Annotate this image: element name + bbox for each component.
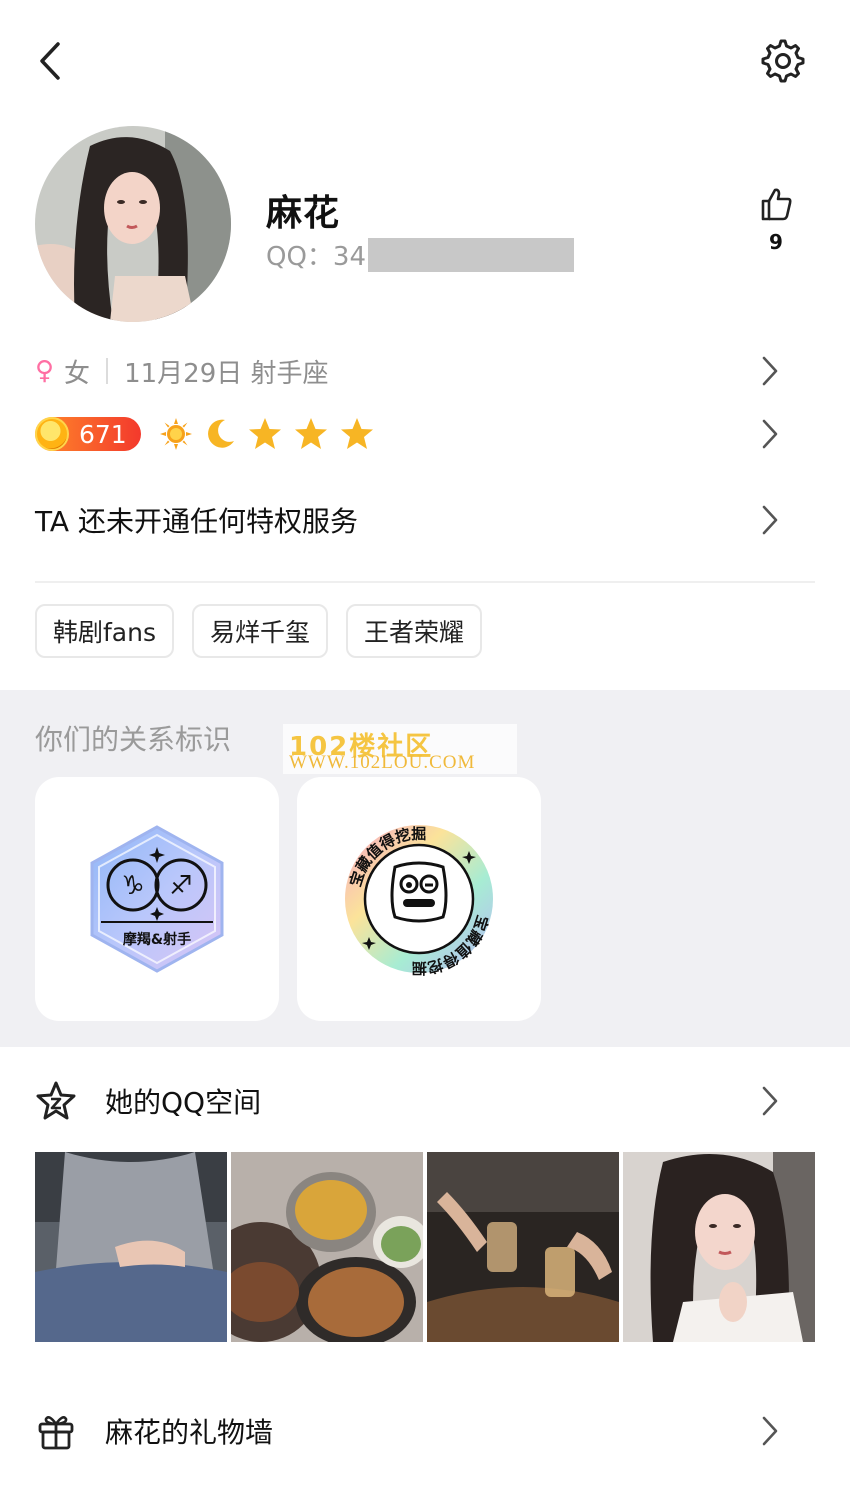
privilege-row[interactable]: TA 还未开通任何特权服务 [35, 498, 815, 542]
gift-wall-title: 麻花的礼物墙 [105, 1416, 274, 1449]
thumbs-up-icon [761, 188, 792, 221]
avatar[interactable] [35, 126, 231, 322]
svg-text:♐: ♐ [169, 871, 192, 901]
space-photo[interactable] [427, 1152, 619, 1342]
space-photo[interactable] [623, 1152, 815, 1342]
tag-item[interactable]: 王者荣耀 [346, 604, 483, 658]
zodiac-badge-label: 摩羯&射手 [122, 932, 192, 948]
relationship-section: 你们的关系标识 102楼社区 WWW.102LOU.COM ♑ ♐ 摩羯&射手 [0, 690, 850, 1047]
like-button[interactable]: 9 [752, 186, 800, 254]
svg-text:♑: ♑ [121, 871, 144, 901]
qq-space-title: 她的QQ空间 [105, 1086, 262, 1119]
relationship-card-treasure[interactable]: 宝藏值得挖掘 宝藏值得挖掘 [297, 777, 541, 1021]
sun-icon [160, 418, 192, 450]
female-icon: ♀ [35, 356, 55, 386]
gender-text: 女 [64, 358, 91, 389]
top-bar [0, 0, 850, 120]
gift-icon [38, 1416, 74, 1450]
like-count: 9 [769, 230, 783, 254]
watermark-url: WWW.102LOU.COM [289, 752, 476, 773]
chevron-right-icon [762, 419, 778, 449]
tag-item[interactable]: 易烊千玺 [192, 604, 329, 658]
qq-number: QQ：34 [266, 236, 575, 273]
basic-info-row[interactable]: ♀ 女 11月29日 射手座 [35, 350, 815, 392]
back-button[interactable] [30, 38, 70, 84]
treasure-badge-icon: 宝藏值得挖掘 宝藏值得挖掘 [345, 825, 493, 977]
coin-icon [35, 417, 69, 451]
qq-label: QQ：34 [266, 242, 367, 272]
interest-tags: 韩剧fans 易烊千玺 王者荣耀 [35, 604, 483, 658]
gift-wall-row[interactable]: 麻花的礼物墙 [35, 1408, 815, 1454]
level-value: 671 [79, 419, 127, 449]
level-row[interactable]: 671 [35, 412, 815, 456]
qq-space-photos [35, 1152, 815, 1342]
watermark: 102楼社区 WWW.102LOU.COM [283, 724, 517, 774]
chevron-right-icon [762, 1416, 778, 1446]
star-outline-icon [36, 1081, 76, 1120]
gear-icon [761, 39, 805, 83]
star-icon [295, 418, 327, 449]
space-photo[interactable] [35, 1152, 227, 1342]
star-icon [249, 418, 281, 449]
relationship-card-zodiac[interactable]: ♑ ♐ 摩羯&射手 [35, 777, 279, 1021]
avatar-photo [35, 126, 231, 322]
level-badge: 671 [35, 417, 141, 451]
privilege-text: TA 还未开通任何特权服务 [35, 505, 358, 538]
settings-button[interactable] [760, 38, 806, 84]
relationship-title: 你们的关系标识 [35, 723, 232, 756]
chevron-right-icon [762, 505, 778, 535]
info-separator [106, 358, 109, 384]
qq-space-row[interactable]: 她的QQ空间 [35, 1078, 815, 1124]
chevron-right-icon [762, 1086, 778, 1116]
space-photo[interactable] [231, 1152, 423, 1342]
back-arrow-icon [40, 42, 60, 80]
moon-icon [208, 419, 234, 448]
level-icons [159, 417, 375, 451]
tag-item[interactable]: 韩剧fans [35, 604, 174, 658]
qq-redaction [368, 237, 575, 272]
profile-name: 麻花 [266, 193, 341, 234]
capricorn-sagittarius-badge-icon: ♑ ♐ [90, 825, 224, 973]
birthday-text: 11月29日 射手座 [124, 358, 329, 389]
chevron-right-icon [762, 356, 778, 386]
star-icon [341, 418, 373, 449]
divider [35, 581, 815, 583]
